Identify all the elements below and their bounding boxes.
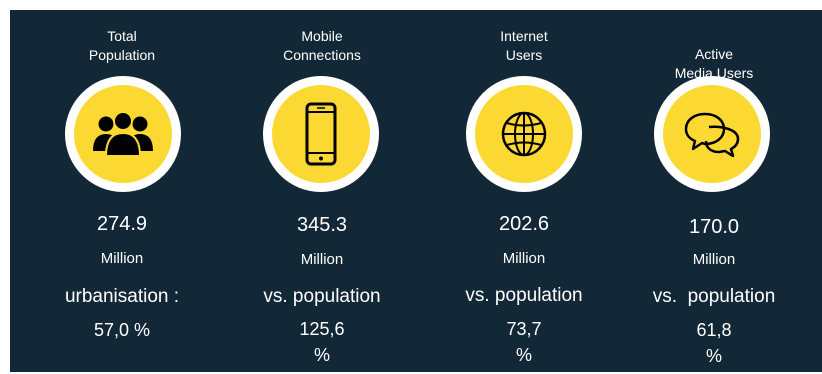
icon-circle	[65, 76, 181, 192]
stat-unit: Million	[300, 251, 344, 268]
stat-percent-sign: %	[705, 346, 722, 366]
stat-label: vs. population	[652, 286, 776, 307]
stat-value: 202.6	[498, 213, 550, 235]
stat-card-total-population: Total Population 274.9 Million urbanisat…	[32, 10, 212, 372]
stat-card-mobile-connections: Mobile Connections 345.3 Million vs. pop…	[232, 10, 412, 372]
stat-percentage: 73,7	[506, 319, 542, 339]
stat-percentage: 61,8	[696, 320, 732, 340]
stat-card-active-media-users: Active Media Users 170.0 Million vs. pop…	[624, 10, 804, 372]
people-group-icon	[93, 111, 153, 157]
icon-circle	[466, 76, 582, 192]
stat-title: Mobile Connections	[283, 28, 361, 63]
stat-unit: Million	[100, 250, 144, 267]
stat-percentage: 57,0 %	[93, 320, 151, 340]
stat-percent-sign: %	[313, 345, 330, 365]
stat-unit: Million	[692, 251, 736, 268]
stat-card-internet-users: Internet Users 202.6 Million vs. populat…	[434, 10, 614, 372]
chat-bubbles-icon	[684, 112, 740, 157]
stat-value: 345.3	[296, 214, 348, 236]
stats-panel: Total Population 274.9 Million urbanisat…	[10, 10, 822, 372]
stat-value: 274.9	[96, 213, 148, 235]
icon-circle	[263, 76, 379, 192]
stat-label: vs. population	[465, 285, 583, 306]
stat-label: vs. population	[263, 286, 381, 307]
globe-icon	[501, 111, 547, 157]
stat-title: Internet Users	[500, 28, 548, 63]
stat-title: Total Population	[88, 28, 156, 63]
stat-unit: Million	[502, 250, 546, 267]
stat-percentage: 125,6	[299, 319, 345, 339]
stat-percent-sign: %	[515, 345, 532, 365]
stat-value: 170.0	[688, 216, 740, 238]
mobile-phone-icon	[305, 102, 337, 166]
stat-label: urbanisation :	[64, 286, 180, 307]
icon-circle	[654, 76, 770, 192]
